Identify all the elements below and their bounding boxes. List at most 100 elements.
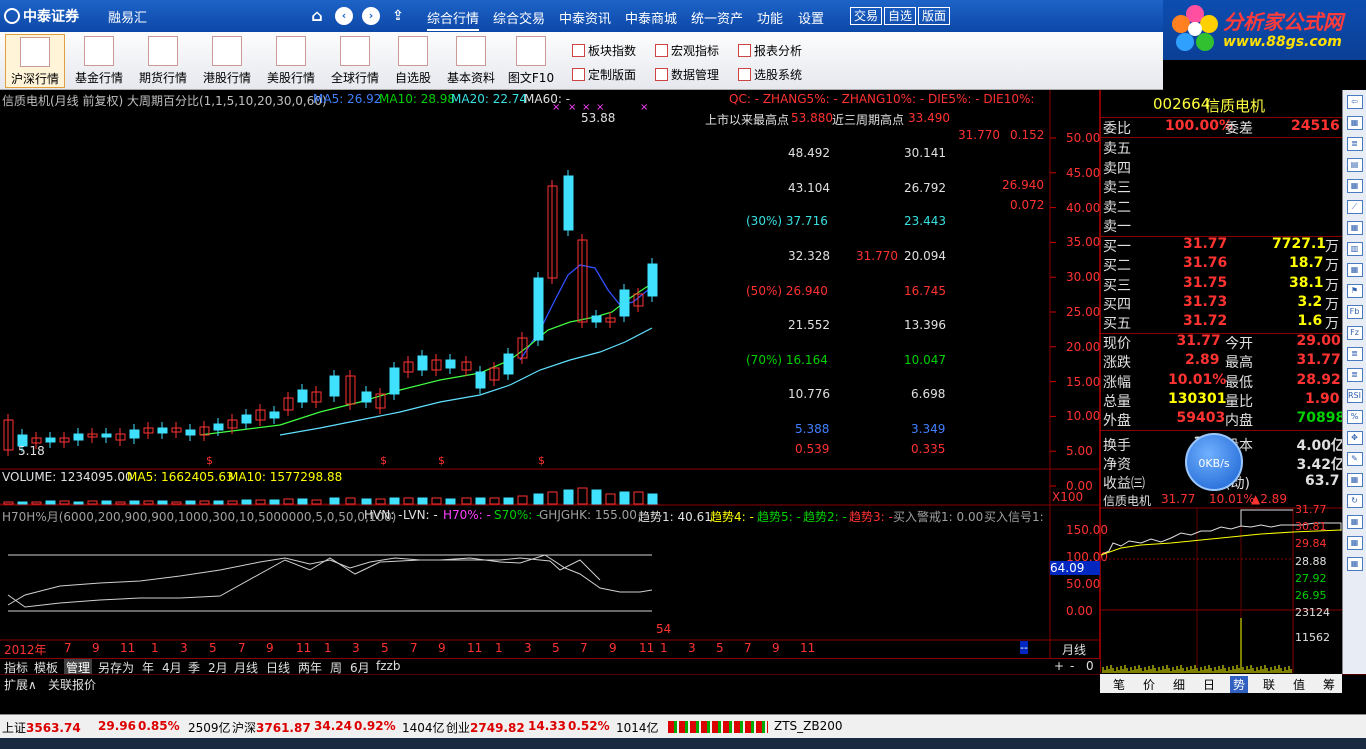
volume-label: VOLUME: 1234095.00 <box>2 470 133 484</box>
app-logo: 中泰证券 <box>4 6 79 26</box>
stock-picker-button[interactable]: 选股系统 <box>738 66 802 83</box>
volume-bar <box>417 497 428 505</box>
mini-tab-3[interactable]: 日 <box>1200 676 1218 693</box>
macro-button[interactable]: 宏观指标 <box>655 42 719 59</box>
zoom-tab-1[interactable]: - <box>1068 659 1076 673</box>
mini-tab-4[interactable]: 势 <box>1230 676 1249 693</box>
percent-right: 30.141 <box>904 146 946 160</box>
time-tick: 7 <box>410 641 418 655</box>
fz-icon[interactable]: Fz <box>1346 326 1363 340</box>
layout-button[interactable]: 版面 <box>918 7 951 25</box>
pen-icon[interactable]: ✎ <box>1346 452 1363 466</box>
volume-bar <box>297 498 308 505</box>
indicator-hvn: HVN: - <box>364 508 403 522</box>
intraday-mini-chart[interactable]: 信质电机 31.77 10.01% ▲2.89 31.77 30.81 29.84 2… <box>1100 492 1343 673</box>
related-quote-button[interactable]: 关联报价 <box>46 676 98 693</box>
flag-icon[interactable]: ⚑ <box>1346 284 1363 298</box>
mini-tab-1[interactable]: 价 <box>1140 676 1158 693</box>
zoom-tab-2[interactable]: 0 <box>1084 659 1096 673</box>
doc-icon[interactable]: ▤ <box>1346 158 1363 172</box>
bars-icon[interactable]: ▥ <box>1346 242 1363 256</box>
menu-zonghejiaoyi[interactable]: 综合交易 <box>493 8 545 27</box>
indicator-tab-13[interactable]: fzzb <box>374 659 402 673</box>
toolbar-f10[interactable]: 图文F10 <box>501 34 561 88</box>
bar-chart-icon <box>276 36 306 66</box>
menu-zonghehangqing[interactable]: 综合行情 <box>427 8 480 31</box>
volume-bar <box>185 500 196 505</box>
grid-icon[interactable]: ▦ <box>1346 179 1363 193</box>
mini-tab-0[interactable]: 笔 <box>1110 676 1128 693</box>
grid3-icon[interactable]: ▦ <box>1346 263 1363 277</box>
toolbar-fund[interactable]: 基金行情 <box>69 34 129 88</box>
mini-tabs: 笔价细日势联值筹 <box>1100 674 1342 693</box>
data-manage-button[interactable]: 数据管理 <box>655 66 719 83</box>
toolbar-basic-info[interactable]: 基本资料 <box>441 34 501 88</box>
refresh-icon[interactable]: ↻ <box>1346 494 1363 508</box>
signal-marker: $ <box>438 454 445 467</box>
ad-banner[interactable]: 分析家公式网 www.88gs.com <box>1163 0 1366 60</box>
candle-body <box>213 423 224 431</box>
mini-tab-5[interactable]: 联 <box>1260 676 1278 693</box>
watchlist-button[interactable]: 自选 <box>884 7 917 25</box>
report-button[interactable]: 报表分析 <box>738 42 802 59</box>
toolbar-us[interactable]: 美股行情 <box>261 34 321 88</box>
grid5-icon[interactable]: ▦ <box>1346 557 1363 571</box>
arrow-left-icon[interactable]: ⇦ <box>1346 95 1363 109</box>
chart-icon[interactable]: ⟋ <box>1346 200 1363 214</box>
buy-level-volume: 38.1 <box>1289 274 1324 291</box>
forward-icon[interactable]: › <box>362 7 380 25</box>
list2-icon[interactable]: ≣ <box>1346 347 1363 361</box>
volume-bar <box>101 500 112 505</box>
table-icon[interactable]: ▦ <box>1346 116 1363 130</box>
zts-label: ZTS_ZB200 <box>774 719 843 733</box>
kline-chart[interactable]: × × × × × $ $ $ $ 信质电机(月线 前复权) 大周期百分比(1,1,5,10,2… <box>0 90 1108 658</box>
grid2-icon[interactable]: ▦ <box>1346 221 1363 235</box>
toolbar-hushen[interactable]: 沪深行情 <box>5 34 65 88</box>
toolbar-futures[interactable]: 期货行情 <box>133 34 193 88</box>
home-icon[interactable]: ⌂ <box>308 7 326 25</box>
sector-index-button[interactable]: 板块指数 <box>572 42 636 59</box>
time-tick: 7 <box>580 641 588 655</box>
table2-icon[interactable]: ▦ <box>1346 473 1363 487</box>
trade-button[interactable]: 交易 <box>850 7 883 25</box>
candle-body <box>361 391 372 403</box>
bar-chart-icon <box>84 36 114 66</box>
toolbar-label: 沪深行情 <box>10 72 59 86</box>
menu-gongneng[interactable]: 功能 <box>757 8 783 27</box>
menu-zhongtaizixun[interactable]: 中泰资讯 <box>559 8 611 27</box>
list3-icon[interactable]: ≣ <box>1346 368 1363 382</box>
move-icon[interactable]: ✥ <box>1346 431 1363 445</box>
percent-icon[interactable]: % <box>1346 410 1363 424</box>
mini-axis-tick: 30.81 <box>1295 520 1327 533</box>
scroll-marker[interactable]: -- <box>1020 641 1028 654</box>
upload-icon[interactable]: ⇪ <box>389 7 407 25</box>
candle-body <box>389 367 400 395</box>
toolbar-global[interactable]: 全球行情 <box>325 34 385 88</box>
chart-canvas[interactable]: × × × × ×$ $ $ $ <box>0 90 1100 658</box>
small-label: 选股系统 <box>754 68 803 82</box>
cy-index[interactable]: 创业2749.82 <box>446 719 525 736</box>
sell-level-label: 卖三 <box>1103 180 1131 196</box>
network-speed-badge[interactable]: 0KB/s <box>1185 433 1243 491</box>
sh-index[interactable]: 上证3563.74 <box>2 719 81 736</box>
toolbar-hk[interactable]: 港股行情 <box>197 34 257 88</box>
sell-level-label: 卖二 <box>1103 199 1131 216</box>
toolbar-watchlist[interactable]: 自选股 <box>383 34 443 88</box>
mini-tab-7[interactable]: 筹 <box>1320 676 1338 693</box>
back-icon[interactable]: ‹ <box>335 7 353 25</box>
menu-tongyizichan[interactable]: 统一资产 <box>691 8 743 27</box>
hs-index[interactable]: 沪深3761.87 <box>232 719 311 736</box>
volume-bar <box>475 497 486 505</box>
mini-tab-6[interactable]: 值 <box>1290 676 1308 693</box>
rsi-icon[interactable]: RSI <box>1346 389 1363 403</box>
list-icon[interactable]: ≣ <box>1346 137 1363 151</box>
fb-icon[interactable]: Fb <box>1346 305 1363 319</box>
mini-tab-2[interactable]: 细 <box>1170 676 1188 693</box>
custom-layout-button[interactable]: 定制版面 <box>572 66 636 83</box>
menu-zhongtaishangcheng[interactable]: 中泰商城 <box>625 8 677 27</box>
menu-shezhi[interactable]: 设置 <box>798 8 824 27</box>
table3-icon[interactable]: ▦ <box>1346 515 1363 529</box>
expand-button[interactable]: 扩展∧ <box>2 676 39 693</box>
zoom-tab-0[interactable]: + <box>1052 659 1066 673</box>
grid4-icon[interactable]: ▦ <box>1346 536 1363 550</box>
